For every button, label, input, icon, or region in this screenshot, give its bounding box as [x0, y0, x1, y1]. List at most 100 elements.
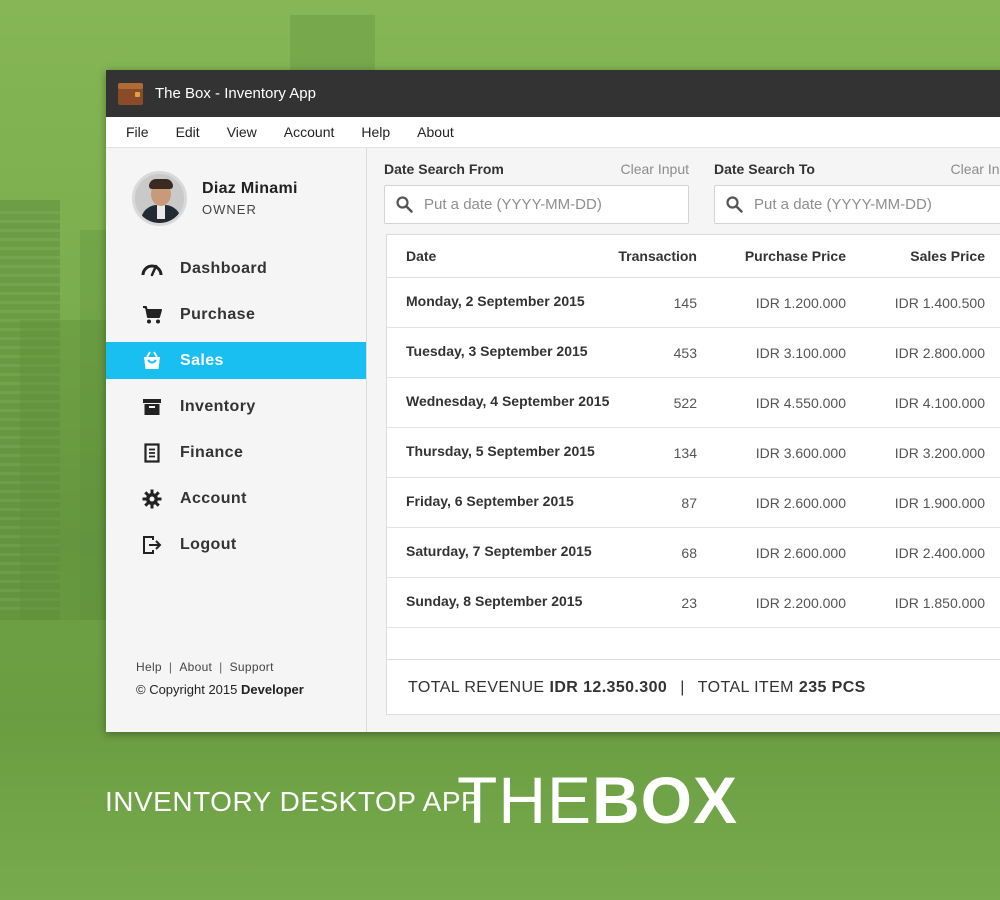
- date-to-search-box[interactable]: [714, 185, 1000, 224]
- cell-transaction: 522: [673, 394, 697, 411]
- cell-purchase-price: IDR 3.600.000: [755, 444, 846, 461]
- date-search-from-label: Date Search From: [384, 161, 504, 177]
- date-search-from: Date Search From Clear Input: [384, 161, 689, 224]
- sidebar-item-logout[interactable]: Logout: [106, 526, 366, 563]
- table-row[interactable]: Saturday, 7 September 2015 68 IDR 2.600.…: [387, 528, 1000, 578]
- footer-support-link[interactable]: Support: [230, 660, 274, 674]
- cell-purchase-price: IDR 3.100.000: [755, 344, 846, 361]
- gear-icon: [141, 488, 163, 510]
- brand-bold-text: BOX: [592, 763, 739, 837]
- menu-help[interactable]: Help: [361, 124, 390, 140]
- sidebar-item-label: Account: [180, 489, 247, 507]
- date-search-to-label: Date Search To: [714, 161, 815, 177]
- cell-transaction: 453: [673, 344, 697, 361]
- cell-purchase-price: IDR 2.600.000: [755, 494, 846, 511]
- user-name: Diaz Minami: [202, 180, 298, 197]
- table-row[interactable]: Monday, 2 September 2015 145 IDR 1.200.0…: [387, 278, 1000, 328]
- column-header-sales-price[interactable]: Sales Price: [846, 248, 985, 264]
- date-search-to: Date Search To Clear In put: [714, 161, 1000, 224]
- sales-table: Date Transaction Purchase Price Sales Pr…: [386, 234, 1000, 715]
- cell-purchase-price: IDR 2.600.000: [755, 544, 846, 561]
- copyright-text: © Copyright 2015 Developer: [136, 682, 304, 697]
- sidebar-item-label: Finance: [180, 443, 244, 461]
- sidebar-item-purchase[interactable]: Purchase: [106, 296, 366, 333]
- table-row[interactable]: Sunday, 8 September 2015 23 IDR 2.200.00…: [387, 578, 1000, 628]
- cell-transaction: 68: [681, 544, 697, 561]
- cell-date: Friday, 6 September 2015: [406, 492, 574, 509]
- sidebar-item-label: Purchase: [180, 305, 256, 323]
- sidebar-item-label: Logout: [180, 535, 237, 553]
- cell-date: Thursday, 5 September 2015: [406, 442, 595, 459]
- date-from-search-box[interactable]: [384, 185, 689, 224]
- cell-transaction: 134: [673, 444, 697, 461]
- logout-icon: [141, 534, 163, 556]
- menu-file[interactable]: File: [126, 124, 149, 140]
- sidebar-item-dashboard[interactable]: Dashboard: [106, 250, 366, 287]
- brand-logo-text: THEBOX: [457, 762, 738, 838]
- shopping-bag-icon: [141, 350, 163, 372]
- clear-input-from-link[interactable]: Clear Input: [621, 161, 689, 177]
- total-item-label: TOTAL ITEM: [697, 678, 794, 696]
- column-header-purchase-price[interactable]: Purchase Price: [697, 248, 846, 264]
- cell-sales-price: IDR 1.850.000: [894, 594, 985, 611]
- sidebar-item-label: Dashboard: [180, 259, 268, 277]
- treasure-box-icon: [118, 82, 143, 105]
- gauge-icon: [141, 258, 163, 280]
- cell-purchase-price: IDR 4.550.000: [755, 394, 846, 411]
- sidebar-item-finance[interactable]: Finance: [106, 434, 366, 471]
- table-summary: TOTAL REVENUE IDR 12.350.300 | TOTAL ITE…: [387, 659, 1000, 715]
- cell-sales-price: IDR 3.200.000: [894, 444, 985, 461]
- menu-edit[interactable]: Edit: [176, 124, 200, 140]
- search-icon: [396, 196, 413, 213]
- footer-help-link[interactable]: Help: [136, 660, 162, 674]
- cell-date: Tuesday, 3 September 2015: [406, 342, 588, 359]
- column-header-transaction[interactable]: Transaction: [611, 248, 697, 264]
- table-row[interactable]: Tuesday, 3 September 2015 453 IDR 3.100.…: [387, 328, 1000, 378]
- table-row[interactable]: Wednesday, 4 September 2015 522 IDR 4.55…: [387, 378, 1000, 428]
- footer-about-link[interactable]: About: [179, 660, 212, 674]
- cell-sales-price: IDR 2.400.000: [894, 544, 985, 561]
- avatar[interactable]: [132, 171, 187, 226]
- cell-purchase-price: IDR 2.200.000: [755, 594, 846, 611]
- total-revenue-value: IDR 12.350.300: [549, 678, 668, 696]
- cell-sales-price: IDR 2.800.000: [894, 344, 985, 361]
- window-title: The Box - Inventory App: [155, 85, 316, 102]
- cell-sales-price: IDR 4.100.000: [894, 394, 985, 411]
- clear-input-to-link[interactable]: Clear Input: [951, 161, 1000, 177]
- sidebar-footer: Help | About | Support © Copyright 2015 …: [136, 660, 304, 697]
- developer-name: Developer: [240, 682, 304, 697]
- cell-transaction: 87: [681, 494, 697, 511]
- table-row[interactable]: Friday, 6 September 2015 87 IDR 2.600.00…: [387, 478, 1000, 528]
- menu-view[interactable]: View: [227, 124, 257, 140]
- sidebar-nav: Dashboard Purchase Sales Inventory Finan…: [106, 250, 366, 572]
- cell-transaction: 145: [673, 294, 697, 311]
- menu-bar: File Edit View Account Help About: [106, 117, 1000, 148]
- table-row[interactable]: Thursday, 5 September 2015 134 IDR 3.600…: [387, 428, 1000, 478]
- sidebar-item-label: Sales: [180, 351, 224, 369]
- footer-separator: |: [168, 660, 173, 674]
- user-profile: Diaz Minami OWNER: [132, 171, 298, 226]
- menu-account[interactable]: Account: [284, 124, 335, 140]
- sidebar-item-account[interactable]: Account: [106, 480, 366, 517]
- cell-date: Saturday, 7 September 2015: [406, 542, 592, 559]
- summary-separator: |: [680, 678, 685, 696]
- cell-sales-price: IDR 1.400.500: [894, 294, 985, 311]
- sidebar-item-label: Inventory: [180, 397, 256, 415]
- table-header: Date Transaction Purchase Price Sales Pr…: [387, 235, 1000, 278]
- date-to-input[interactable]: [754, 196, 994, 213]
- brand-light-text: THE: [457, 763, 592, 837]
- sidebar-item-inventory[interactable]: Inventory: [106, 388, 366, 425]
- total-revenue-label: TOTAL REVENUE: [408, 678, 545, 696]
- archive-box-icon: [141, 396, 163, 418]
- cell-date: Sunday, 8 September 2015: [406, 592, 583, 609]
- total-item-value: 235 PCS: [798, 678, 866, 696]
- date-from-input[interactable]: [424, 196, 664, 213]
- cell-date: Monday, 2 September 2015: [406, 292, 585, 309]
- cell-purchase-price: IDR 1.200.000: [755, 294, 846, 311]
- title-bar: The Box - Inventory App: [106, 70, 1000, 117]
- tagline-text: INVENTORY DESKTOP APP: [105, 786, 481, 817]
- app-window: The Box - Inventory App File Edit View A…: [106, 70, 1000, 732]
- sidebar-item-sales[interactable]: Sales: [106, 342, 366, 379]
- menu-about[interactable]: About: [417, 124, 454, 140]
- column-header-date[interactable]: Date: [387, 248, 611, 264]
